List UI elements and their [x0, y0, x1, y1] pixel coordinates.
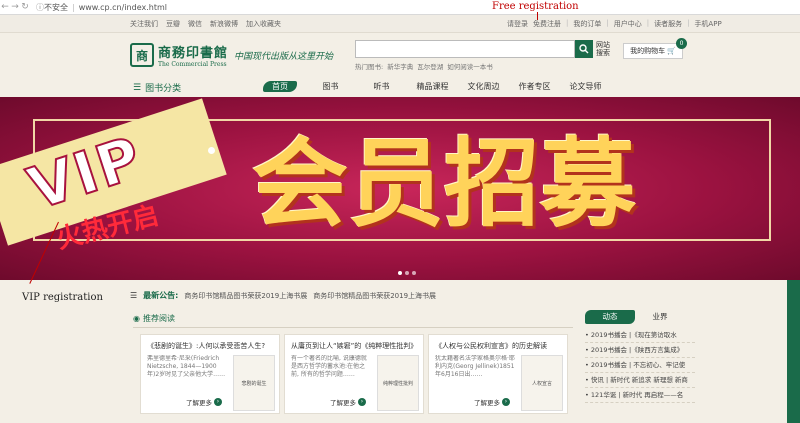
menu-icon: ☰ [133, 82, 142, 93]
decorative-dot [208, 147, 215, 154]
nav-item-audiobooks[interactable]: 听书 [356, 81, 407, 92]
divider [133, 327, 573, 328]
tab-industry[interactable]: 业界 [635, 310, 685, 324]
top-links-bar: 关注我们 豆瓣 微信 新浪微博 加入收藏夹 请登录 免费注册 | 我的订单 | … [0, 15, 800, 33]
site-search-label[interactable]: 网站搜索 [596, 41, 614, 57]
nav-item-books[interactable]: 图书 [305, 81, 356, 92]
card-title[interactable]: 《悲剧的诞生》:人何以承受悲苦人生? [147, 341, 275, 351]
book-thumbnail[interactable]: 人权宣言 [521, 355, 563, 411]
book-thumbnail[interactable]: 悲剧的诞生 [233, 355, 275, 411]
arrow-right-icon: › [502, 398, 510, 406]
announcement-icon: ☰ [130, 291, 138, 300]
carousel-dot[interactable] [405, 271, 409, 275]
ticker-label: 最新公告: [143, 291, 179, 300]
nav-item-authors[interactable]: 作者专区 [509, 81, 560, 92]
security-label: 不安全 [44, 2, 68, 12]
tab-news[interactable]: 动态 [585, 310, 635, 324]
cart-button[interactable]: 我的购物车 🛒 0 [623, 38, 687, 59]
cart-label: 我的购物车 [630, 47, 666, 55]
news-item[interactable]: • 2019书播会 |《现在第访取水 [585, 328, 695, 343]
forward-icon[interactable]: → [10, 2, 20, 12]
search-icon [579, 44, 589, 54]
nav-item-courses[interactable]: 精品课程 [407, 81, 458, 92]
news-item[interactable]: • 2019书播会 | 不忘初心、牢记使 [585, 358, 695, 373]
recommend-title: 推荐阅读 [142, 314, 175, 323]
cart-icon: 🛒 [667, 47, 676, 55]
nav-item-culture[interactable]: 文化周边 [458, 81, 509, 92]
follow-us-link[interactable]: 关注我们 [130, 19, 158, 29]
recommend-heading: ◉ 推荐阅读 [133, 313, 175, 324]
my-orders-link[interactable]: 我的订单 [573, 19, 601, 29]
hot-books-label: 热门图书: [355, 63, 384, 71]
news-item[interactable]: • 2019书播会 |《陕西方言集成》 [585, 343, 695, 358]
logo-slogan: 中国现代出版从这里开始 [234, 51, 334, 62]
reader-service-link[interactable]: 读者服务 [654, 19, 682, 29]
category-menu[interactable]: ☰ 图书分类 [133, 81, 182, 95]
news-panel: 动态 业界 • 2019书播会 |《现在第访取水 • 2019书播会 |《陕西方… [585, 310, 695, 423]
logo-mark-icon: 商 [130, 43, 154, 67]
card-text: 犹太籍著名法学家格奥尔格·耶利内克(Georg Jellinek)1851年6月… [435, 355, 515, 378]
recommend-card[interactable]: 从庸页到让人“嫉窘”的《纯粹理性批判》 有一个著名的比喻, 说康德就是西方哲学的… [284, 334, 424, 414]
carousel-dot[interactable] [398, 271, 402, 275]
book-thumbnail[interactable]: 纯粹理性批判 [377, 355, 419, 411]
arrow-right-icon: › [358, 398, 366, 406]
nav-item-mentors[interactable]: 论文导师 [560, 81, 611, 92]
card-text: 有一个著名的比喻, 说康德就是西方哲学的蓄水池:在他之前, 所有的哲学问题…… [291, 355, 367, 378]
login-link[interactable]: 请登录 [507, 19, 528, 29]
add-favorite-link[interactable]: 加入收藏夹 [246, 19, 281, 29]
search-button[interactable] [575, 40, 593, 58]
logo-english-name: The Commercial Press [158, 61, 227, 68]
news-item[interactable]: • 121华诞 | 新时代 再启程——名 [585, 388, 695, 403]
side-scrollbar[interactable] [787, 280, 800, 423]
douban-link[interactable]: 豆瓣 [166, 19, 180, 29]
vip-banner[interactable]: VIP 火热开启 会员招募 [0, 97, 800, 280]
ticker-item[interactable]: 商务印书馆精品图书荣获2019上海书展 [184, 291, 307, 301]
cart-count-badge: 0 [676, 38, 687, 49]
news-item[interactable]: • 快讯 | 新时代 新追求 新理想 新商 [585, 373, 695, 388]
logo-chinese-name: 商務印書館 [158, 46, 229, 61]
free-registration-annotation: Free registration [492, 1, 579, 12]
address-bar: ← → ↻ ⓘ 不安全 | www.cp.cn/index.html [0, 0, 800, 15]
hot-book-link[interactable]: 新华字典 [387, 61, 413, 71]
reload-icon[interactable]: ↻ [20, 2, 30, 12]
user-center-link[interactable]: 用户中心 [614, 19, 642, 29]
hot-book-link[interactable]: 瓦尔登湖 [417, 61, 443, 71]
recommend-card[interactable]: 《悲剧的诞生》:人何以承受悲苦人生? 弗里德里希·尼采(Friedrich Ni… [140, 334, 280, 414]
nav-item-home[interactable]: 首页 [263, 81, 297, 92]
ticker-item[interactable]: 商务印书馆精品图书荣获2019上海书展 [313, 291, 436, 301]
learn-more-link[interactable]: 了解更多 › [186, 397, 222, 407]
vip-registration-annotation: VIP registration [22, 292, 103, 303]
register-link[interactable]: 免费注册 [533, 19, 561, 29]
weibo-link[interactable]: 新浪微博 [210, 19, 238, 29]
hot-book-link[interactable]: 如何阅读一本书 [447, 61, 493, 71]
learn-more-link[interactable]: 了解更多 › [330, 397, 366, 407]
card-title[interactable]: 《人权与公民权利宣言》的历史解读 [435, 341, 563, 351]
back-icon[interactable]: ← [0, 2, 10, 12]
eye-icon: ◉ [133, 314, 140, 323]
search-input[interactable] [355, 40, 575, 58]
recommend-card[interactable]: 《人权与公民权利宣言》的历史解读 犹太籍著名法学家格奥尔格·耶利内克(Georg… [428, 334, 568, 414]
url-field[interactable]: www.cp.cn/index.html [79, 3, 167, 12]
site-logo[interactable]: 商 商務印書館 The Commercial Press 中国现代出版从这里开始 [130, 42, 333, 68]
carousel-dots [398, 271, 416, 275]
card-title[interactable]: 从庸页到让人“嫉窘”的《纯粹理性批判》 [291, 341, 419, 351]
news-ticker: ☰ 最新公告: 商务印书馆精品图书荣获2019上海书展 商务印书馆精品图书荣获2… [130, 290, 436, 301]
hot-books: 热门图书: 新华字典 瓦尔登湖 如何阅读一本书 [355, 61, 493, 71]
arrow-right-icon: › [214, 398, 222, 406]
carousel-dot[interactable] [412, 271, 416, 275]
banner-headline: 会员招募 [252, 128, 636, 240]
category-label: 图书分类 [145, 84, 182, 94]
info-icon[interactable]: ⓘ [36, 2, 44, 13]
learn-more-link[interactable]: 了解更多 › [474, 397, 510, 407]
annotation-line [537, 12, 538, 20]
card-text: 弗里德里希·尼采(Friedrich Nietzsche, 1844—1900年… [147, 355, 226, 378]
mobile-app-link[interactable]: 手机APP [694, 19, 721, 29]
wechat-link[interactable]: 微信 [188, 19, 202, 29]
main-nav: ☰ 图书分类 首页 图书 听书 精品课程 文化周边 作者专区 论文导师 [0, 78, 800, 96]
